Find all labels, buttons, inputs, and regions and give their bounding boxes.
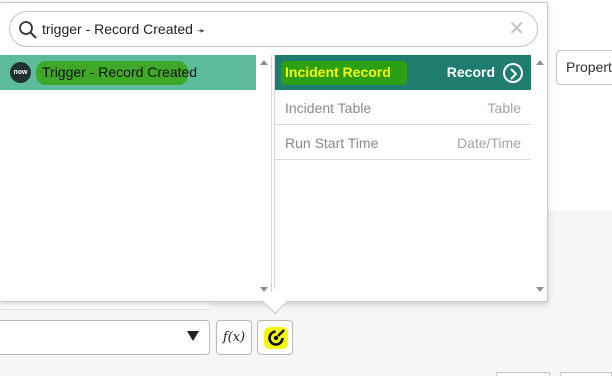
bottom-tab[interactable] bbox=[496, 372, 550, 376]
chevron-right-circle-icon[interactable] bbox=[503, 63, 523, 83]
list-item[interactable]: Run Start Time Date/Time bbox=[275, 125, 531, 160]
value-select[interactable] bbox=[0, 320, 210, 355]
list-item-label: Run Start Time bbox=[285, 135, 379, 151]
magnifier-icon bbox=[19, 21, 37, 39]
scroll-down-icon[interactable] bbox=[536, 287, 544, 292]
search-value: trigger - Record Created ➛ bbox=[42, 21, 206, 37]
list-item[interactable]: now Trigger - Record Created bbox=[0, 55, 256, 90]
list-item[interactable]: Incident Record Record bbox=[275, 55, 531, 90]
field-list: Incident Record Record Incident Table Ta… bbox=[274, 55, 548, 300]
search-input[interactable]: trigger - Record Created ➛ ✕ bbox=[9, 11, 538, 47]
data-pill-picker-button[interactable] bbox=[257, 320, 293, 355]
function-button[interactable]: f(x) bbox=[216, 320, 252, 355]
scroll-down-icon[interactable] bbox=[260, 287, 268, 292]
list-item-label: Incident Record bbox=[285, 64, 391, 80]
trigger-list: now Trigger - Record Created bbox=[0, 55, 272, 300]
close-icon[interactable]: ✕ bbox=[508, 17, 525, 41]
list-item-type: Record bbox=[446, 64, 495, 80]
scrollbar[interactable] bbox=[257, 55, 271, 300]
bottom-tab[interactable] bbox=[560, 372, 612, 376]
list-item-type: Table bbox=[487, 100, 521, 116]
scroll-up-icon[interactable] bbox=[260, 60, 268, 65]
list-item-label: Trigger - Record Created bbox=[42, 64, 198, 80]
scrollbar[interactable] bbox=[533, 55, 547, 300]
caret-down-icon bbox=[187, 331, 199, 341]
list-item-label: Incident Table bbox=[285, 100, 372, 116]
data-pill-picker-popover: trigger - Record Created ➛ ✕ now Trigger… bbox=[0, 2, 548, 302]
data-pill-icon bbox=[268, 329, 285, 346]
scroll-up-icon[interactable] bbox=[536, 60, 544, 65]
now-logo-icon: now bbox=[10, 62, 31, 83]
list-item-type: Date/Time bbox=[456, 135, 521, 151]
list-item[interactable]: Incident Table Table bbox=[275, 90, 531, 125]
properties-button[interactable]: Propert bbox=[556, 50, 612, 85]
